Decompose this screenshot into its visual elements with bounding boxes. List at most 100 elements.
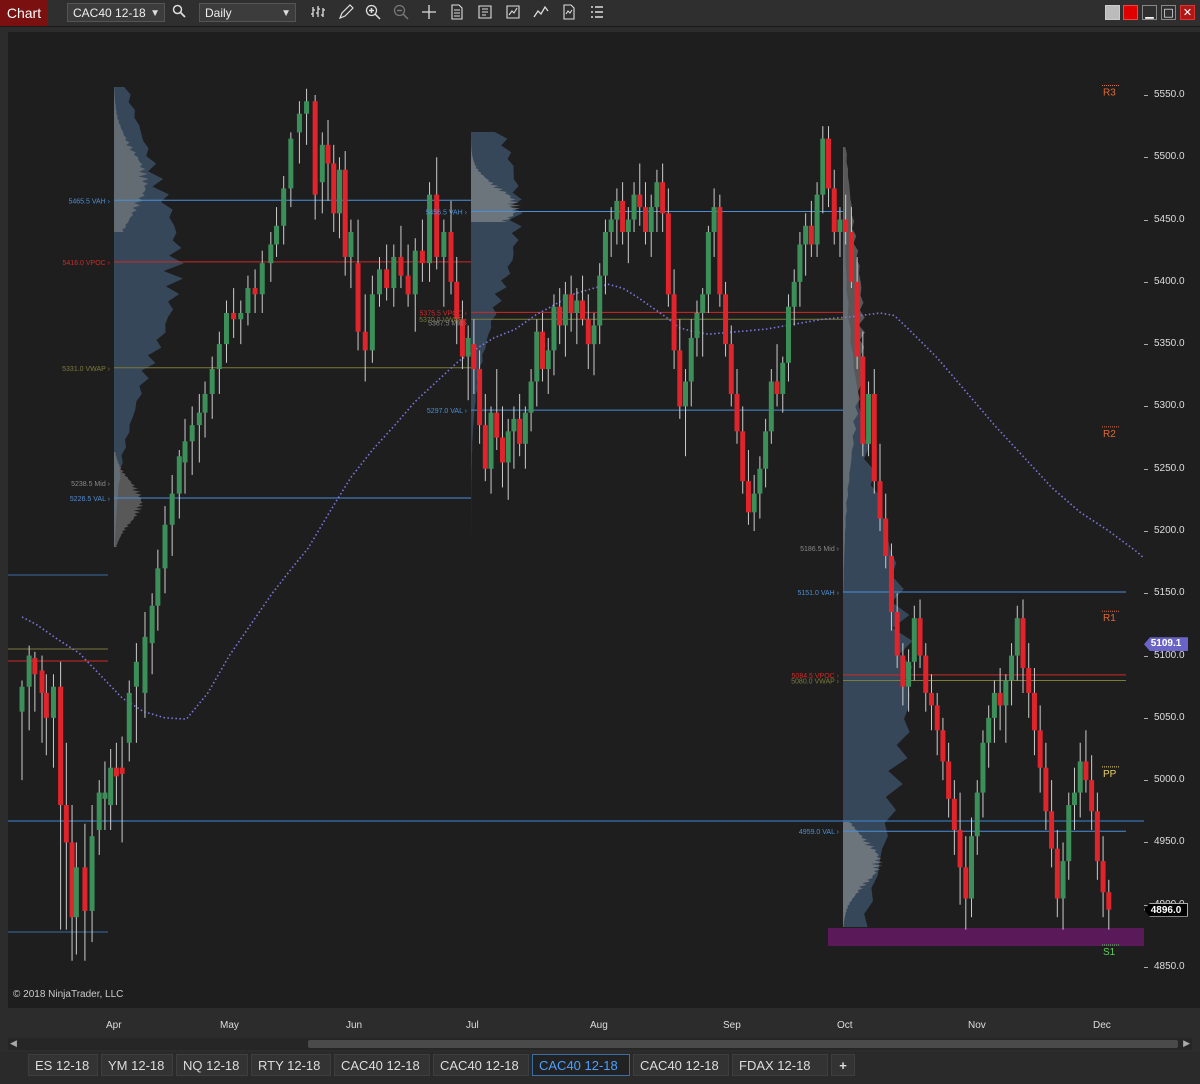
- scrollbar-thumb[interactable]: [308, 1040, 1178, 1048]
- candle: [917, 599, 923, 669]
- candle: [723, 281, 729, 357]
- candle: [142, 611, 148, 718]
- chart-tab[interactable]: CAC40 12-18: [633, 1054, 729, 1076]
- candle-body: [688, 337, 694, 382]
- level-label: 5238.5 Mid ›: [71, 481, 111, 488]
- interval-selector[interactable]: Daily ▼: [199, 3, 296, 22]
- candle: [441, 219, 447, 307]
- strategies-icon[interactable]: [503, 3, 523, 23]
- candle: [274, 207, 280, 257]
- candle-body: [369, 294, 375, 351]
- search-icon[interactable]: [169, 3, 189, 23]
- candle: [32, 651, 38, 712]
- price-tick-mark: [1144, 281, 1148, 283]
- candle: [591, 313, 597, 376]
- candle-body: [625, 219, 631, 233]
- candle-body: [745, 481, 751, 513]
- bar-type-icon[interactable]: [308, 3, 328, 23]
- time-tick: Sep: [723, 1020, 741, 1031]
- candle-body: [997, 692, 1003, 706]
- candle-body: [894, 611, 900, 656]
- time-tick: Dec: [1093, 1020, 1111, 1031]
- candle-body: [304, 101, 310, 114]
- candle-body: [1066, 805, 1072, 862]
- price-axis[interactable]: 5550.0 5500.0 5450.0 5400.0 5350.0 5300.0 5250…: [1144, 32, 1200, 1008]
- list-icon[interactable]: [587, 3, 607, 23]
- templates-icon[interactable]: [559, 3, 579, 23]
- candle: [648, 194, 654, 257]
- chart-tab[interactable]: ES 12-18: [28, 1054, 98, 1076]
- candle: [751, 474, 757, 531]
- scroll-right-icon[interactable]: ▶: [1183, 1039, 1190, 1049]
- chart-tab[interactable]: CAC40 12-18: [433, 1054, 529, 1076]
- candle-body: [860, 356, 866, 444]
- price-tick: 5050.0: [1154, 711, 1185, 723]
- candle-body: [398, 256, 404, 276]
- candle-body: [580, 300, 586, 320]
- candle-body: [1020, 618, 1026, 669]
- candle-body: [803, 225, 809, 245]
- chart-tab[interactable]: RTY 12-18: [251, 1054, 331, 1076]
- candle: [494, 369, 500, 451]
- chart-tab[interactable]: NQ 12-18: [176, 1054, 248, 1076]
- candle: [505, 418, 511, 500]
- candle: [837, 207, 843, 257]
- candle: [336, 157, 342, 239]
- add-tab-button[interactable]: +: [831, 1054, 855, 1076]
- chart-tab[interactable]: CAC40 12-18: [532, 1054, 630, 1076]
- candle-body: [441, 232, 447, 257]
- chart-tab[interactable]: FDAX 12-18: [732, 1054, 828, 1076]
- candle: [711, 188, 717, 257]
- maximize-button[interactable]: □: [1161, 5, 1176, 20]
- minimize-button[interactable]: ▁: [1142, 5, 1157, 20]
- instrument-value: CAC40 12-18: [73, 6, 146, 20]
- candle-body: [768, 381, 774, 432]
- time-tick: Apr: [106, 1020, 122, 1031]
- candle-body: [169, 493, 175, 525]
- indicators-icon[interactable]: [531, 3, 551, 23]
- color-swatch-icon[interactable]: [1105, 5, 1120, 20]
- properties-icon[interactable]: [475, 3, 495, 23]
- draw-icon[interactable]: [336, 3, 356, 23]
- candle-body: [499, 437, 505, 463]
- candle-body: [494, 412, 500, 438]
- horizontal-scrollbar[interactable]: ◀ ▶: [8, 1038, 1192, 1050]
- candle: [43, 674, 49, 756]
- candle: [1083, 730, 1089, 793]
- candle-body: [837, 219, 843, 233]
- chevron-down-icon: ▼: [281, 8, 291, 19]
- instrument-selector[interactable]: CAC40 12-18 ▼: [67, 3, 165, 22]
- zoom-in-icon[interactable]: [363, 3, 383, 23]
- chart-panel[interactable]: 5465.5 VAH › 5416.0 VPOC › 5331.0 VWAP › 52…: [8, 32, 1144, 1008]
- candle-body: [377, 269, 382, 295]
- candle-body: [608, 219, 614, 233]
- candle: [50, 674, 56, 768]
- candle: [384, 244, 390, 301]
- candle-body: [694, 313, 700, 338]
- chart-tab[interactable]: YM 12-18: [101, 1054, 173, 1076]
- candle: [69, 805, 75, 961]
- level-label: 5186.5 Mid ›: [800, 546, 840, 553]
- price-tick: 5000.0: [1154, 774, 1185, 786]
- zoom-out-icon[interactable]: [391, 3, 411, 23]
- candle-body: [69, 842, 75, 918]
- candle-body: [928, 692, 934, 706]
- chart-tab[interactable]: CAC40 12-18: [334, 1054, 430, 1076]
- candle-body: [319, 144, 325, 183]
- candle: [119, 736, 125, 843]
- candle-body: [32, 658, 38, 675]
- scroll-left-icon[interactable]: ◀: [10, 1039, 17, 1049]
- data-box-icon[interactable]: [447, 3, 467, 23]
- link-color-icon[interactable]: [1123, 5, 1138, 20]
- candle-body: [482, 425, 488, 469]
- candle: [745, 450, 751, 525]
- close-button[interactable]: ✕: [1180, 5, 1195, 20]
- candle: [940, 717, 946, 781]
- candle-body: [196, 412, 202, 426]
- crosshair-icon[interactable]: [419, 3, 439, 23]
- candle: [522, 406, 528, 469]
- candle-body: [831, 188, 837, 233]
- candle-body: [1031, 692, 1037, 731]
- candle: [677, 319, 683, 419]
- candle-body: [551, 306, 557, 351]
